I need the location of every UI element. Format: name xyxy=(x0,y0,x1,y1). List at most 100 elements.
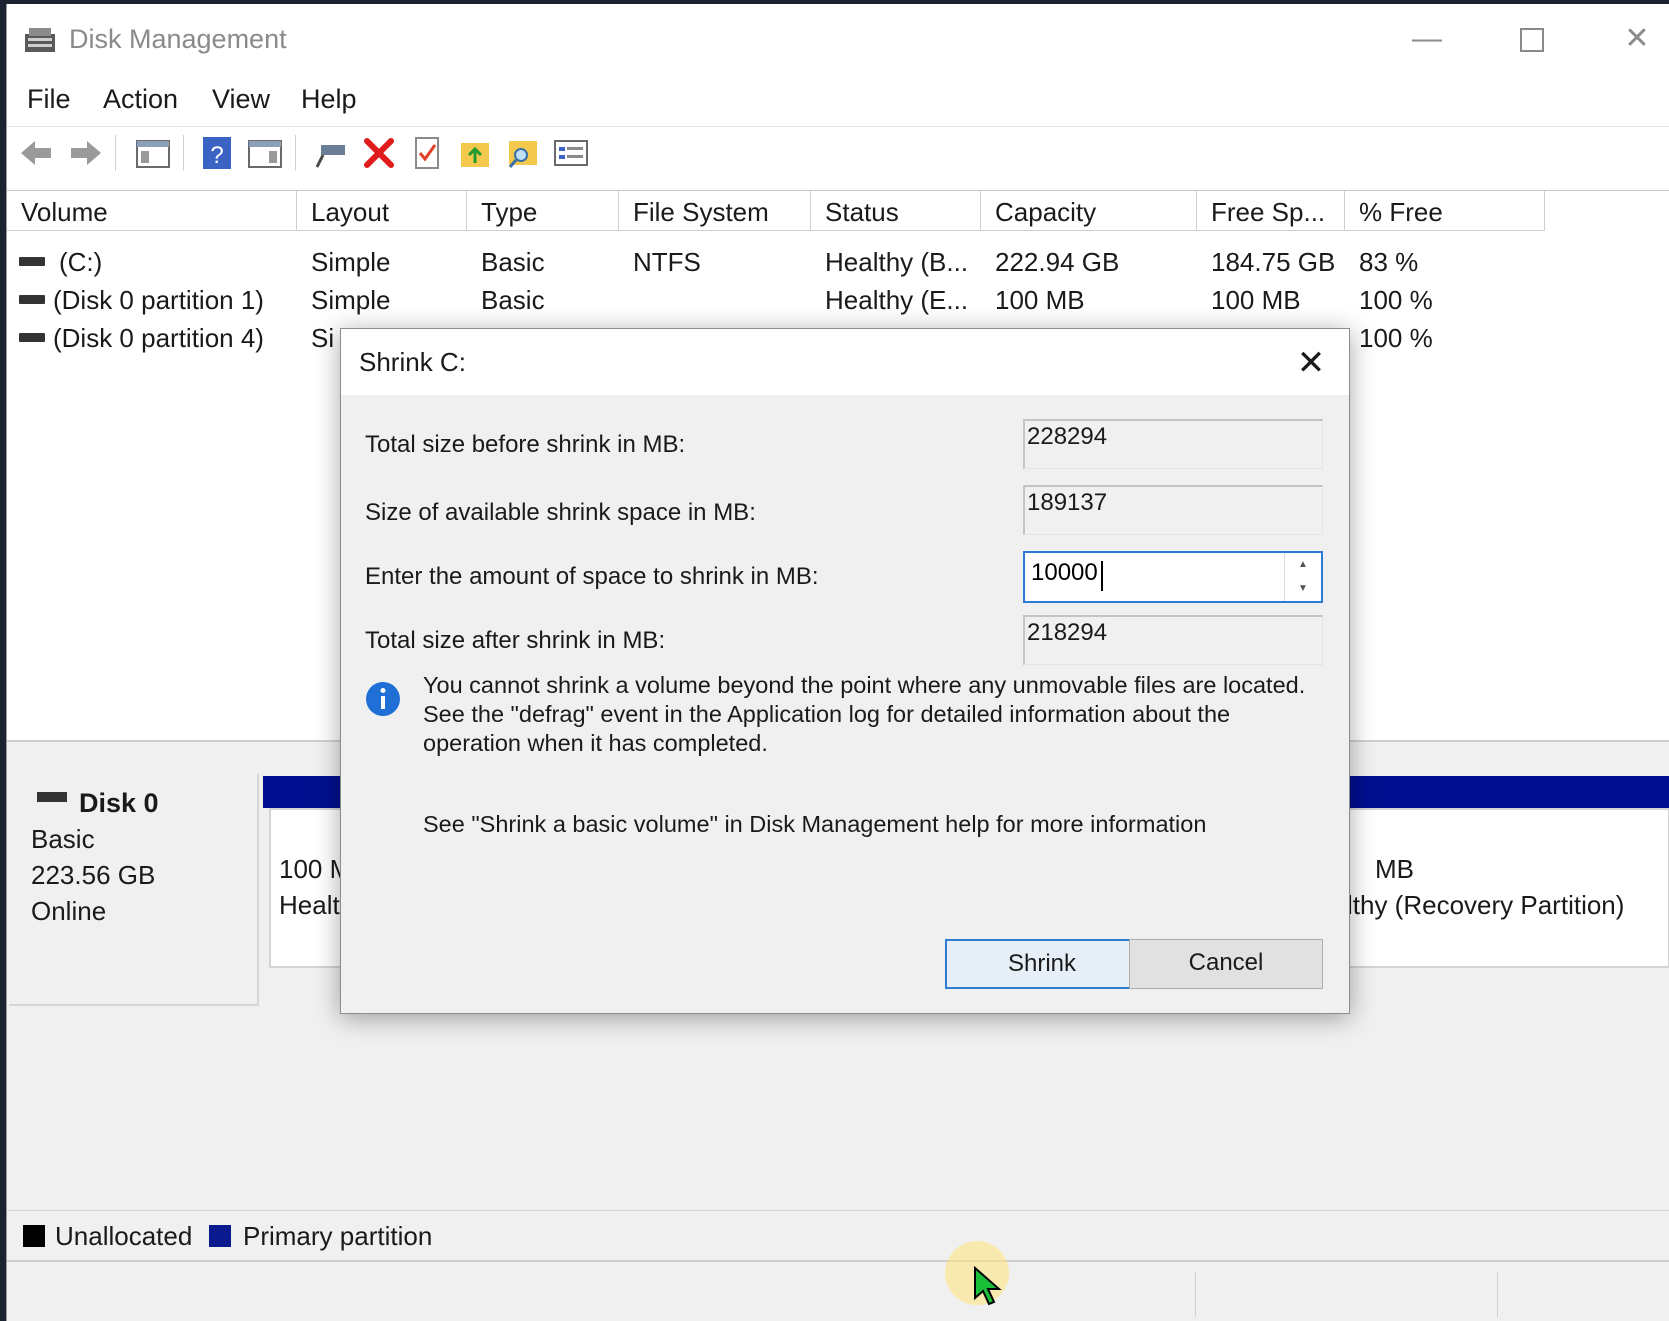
total-before-label: Total size before shrink in MB: xyxy=(365,431,686,458)
dialog-close-button[interactable]: ✕ xyxy=(1289,341,1333,385)
volume-file-system: NTFS xyxy=(633,247,701,277)
table-row[interactable]: (Disk 0 partition 1) Simple Basic Health… xyxy=(7,281,1507,319)
available-space-label: Size of available shrink space in MB: xyxy=(365,499,756,526)
shrink-amount-input[interactable]: 10000 ▲ ▼ xyxy=(1023,551,1323,603)
volume-capacity: 222.94 GB xyxy=(995,247,1120,277)
legend-primary-partition: Primary partition xyxy=(243,1221,433,1251)
window-title: Disk Management xyxy=(69,24,287,54)
legend-unallocated: Unallocated xyxy=(55,1221,193,1251)
mouse-pointer-icon xyxy=(974,1266,1002,1306)
volume-icon xyxy=(19,295,45,304)
volume-status: Healthy (B... xyxy=(825,247,969,277)
toolbar: ? xyxy=(7,126,1669,179)
partition-recovery[interactable]: MB lthy (Recovery Partition) xyxy=(1347,808,1669,968)
volume-percent-free: 100 % xyxy=(1359,285,1433,315)
volume-status: Healthy (E... xyxy=(825,285,969,315)
minimize-button[interactable]: — xyxy=(1397,14,1457,64)
menu-file[interactable]: File xyxy=(27,84,71,115)
partition-status: lthy (Recovery Partition) xyxy=(1347,890,1625,920)
settings-list-icon[interactable] xyxy=(551,133,591,173)
text-caret xyxy=(1101,561,1103,591)
table-row[interactable]: (C:) Simple Basic NTFS Healthy (B... 222… xyxy=(7,243,1507,281)
toolbar-separator xyxy=(115,135,116,171)
disk-state: Online xyxy=(31,896,107,926)
menu-bar: File Action View Help xyxy=(7,76,1669,126)
total-after-label: Total size after shrink in MB: xyxy=(365,627,666,654)
available-space-value: 189137 xyxy=(1023,485,1323,535)
spin-up-icon[interactable]: ▲ xyxy=(1285,553,1321,577)
total-before-value: 228294 xyxy=(1023,419,1323,469)
cancel-button[interactable]: Cancel xyxy=(1129,939,1323,989)
shrink-dialog: Shrink C: ✕ Total size before shrink in … xyxy=(340,328,1350,1014)
status-divider xyxy=(1497,1272,1498,1317)
volume-layout: Simple xyxy=(311,285,391,315)
forward-arrow-icon[interactable] xyxy=(65,133,105,173)
shrink-amount-label: Enter the amount of space to shrink in M… xyxy=(365,563,819,590)
info-icon xyxy=(366,682,400,716)
volume-name: (C:) xyxy=(59,247,103,277)
maximize-button[interactable] xyxy=(1502,14,1562,64)
unallocated-swatch xyxy=(23,1225,45,1247)
spin-down-icon[interactable]: ▼ xyxy=(1285,577,1321,601)
column-header-percent-free[interactable]: % Free xyxy=(1345,191,1545,231)
volume-type: Basic xyxy=(481,285,545,315)
volume-free-space: 100 MB xyxy=(1211,285,1301,315)
volume-icon xyxy=(19,333,45,342)
console-tree-icon[interactable] xyxy=(133,133,173,173)
menu-view[interactable]: View xyxy=(212,84,270,115)
open-folder-icon[interactable] xyxy=(455,133,495,173)
status-bar xyxy=(7,1260,1669,1321)
toolbar-separator xyxy=(183,135,184,171)
column-header-file-system[interactable]: File System xyxy=(619,191,811,231)
partition-status: Healt xyxy=(279,890,340,920)
column-header-capacity[interactable]: Capacity xyxy=(981,191,1197,231)
total-after-value: 218294 xyxy=(1023,615,1323,665)
volume-percent-free: 83 % xyxy=(1359,247,1419,277)
title-bar: Disk Management — ✕ xyxy=(7,4,1669,76)
help-icon[interactable]: ? xyxy=(197,133,237,173)
column-header-volume[interactable]: Volume xyxy=(7,191,297,231)
close-button[interactable]: ✕ xyxy=(1607,14,1667,64)
toolbar-separator xyxy=(295,135,296,171)
disk-kind: Basic xyxy=(31,824,95,854)
menu-action[interactable]: Action xyxy=(103,84,178,115)
volume-layout: Simple xyxy=(311,247,391,277)
shrink-button[interactable]: Shrink xyxy=(945,939,1139,989)
search-folder-icon[interactable] xyxy=(503,133,543,173)
properties-icon[interactable] xyxy=(407,133,447,173)
column-header-free-space[interactable]: Free Sp... xyxy=(1197,191,1345,231)
volume-icon xyxy=(19,257,45,266)
column-header-layout[interactable]: Layout xyxy=(297,191,467,231)
volume-name: (Disk 0 partition 1) xyxy=(53,285,264,315)
shrink-amount-value: 10000 xyxy=(1031,559,1098,586)
volume-capacity: 100 MB xyxy=(995,285,1085,315)
menu-help[interactable]: Help xyxy=(301,84,357,115)
disk-icon xyxy=(37,792,67,802)
volume-free-space: 184.75 GB xyxy=(1211,247,1336,277)
disk-0-label[interactable]: Disk 0 Basic 223.56 GB Online xyxy=(9,774,259,1006)
svg-text:?: ? xyxy=(210,142,223,169)
disk-management-icon xyxy=(25,28,55,52)
connect-drive-icon[interactable] xyxy=(311,133,351,173)
maximize-icon xyxy=(1520,28,1544,53)
disk-size: 223.56 GB xyxy=(31,860,156,890)
volume-layout: Si xyxy=(311,323,335,353)
volume-percent-free: 100 % xyxy=(1359,323,1433,353)
info-message: You cannot shrink a volume beyond the po… xyxy=(423,672,1306,756)
volume-type: Basic xyxy=(481,247,545,277)
status-divider xyxy=(1195,1272,1196,1317)
dialog-title-bar: Shrink C: ✕ xyxy=(341,329,1349,395)
column-header-type[interactable]: Type xyxy=(467,191,619,231)
partition-size: MB xyxy=(1375,854,1414,884)
delete-icon[interactable] xyxy=(359,133,399,173)
column-header-status[interactable]: Status xyxy=(811,191,981,231)
legend: Unallocated Primary partition xyxy=(7,1210,1669,1261)
back-arrow-icon[interactable] xyxy=(17,133,57,173)
shrink-amount-stepper[interactable]: ▲ ▼ xyxy=(1284,553,1321,601)
disk-name: Disk 0 xyxy=(79,788,159,818)
volume-name: (Disk 0 partition 4) xyxy=(53,323,264,353)
action-pane-icon[interactable] xyxy=(245,133,285,173)
help-message: See "Shrink a basic volume" in Disk Mana… xyxy=(423,811,1207,837)
dialog-title: Shrink C: xyxy=(359,347,466,377)
primary-partition-swatch xyxy=(209,1225,231,1247)
